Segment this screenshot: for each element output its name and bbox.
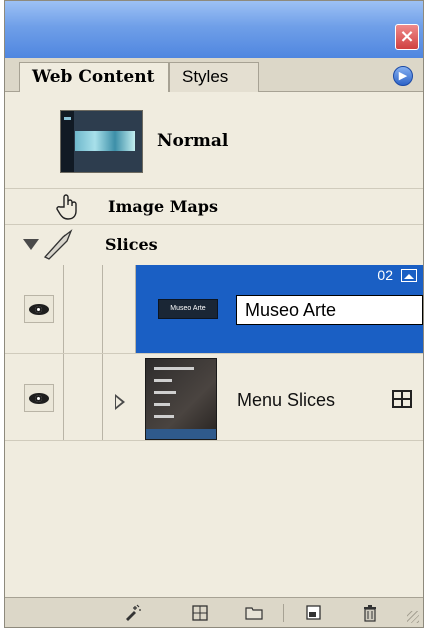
tab-styles[interactable]: Styles: [169, 62, 259, 92]
visibility-toggle[interactable]: [24, 295, 54, 323]
menu-slices-label: Menu Slices: [237, 390, 336, 410]
eye-icon: [29, 393, 49, 404]
tab-web-content[interactable]: Web Content: [19, 62, 169, 92]
expand-triangle-icon[interactable]: [115, 394, 125, 410]
slice-name-field[interactable]: Museo Arte: [236, 295, 423, 325]
slice-row-menu-slices[interactable]: Menu Slices: [5, 353, 423, 441]
selected-slice-highlight: 02 Museo Arte Museo Arte: [136, 265, 423, 353]
resize-grip[interactable]: [407, 611, 419, 623]
web-content-panel: × Web Content Styles ▶ Normal Image Maps…: [4, 0, 424, 628]
eye-icon: [29, 304, 49, 315]
slices-row[interactable]: Slices: [5, 225, 423, 265]
new-layer-icon[interactable]: [305, 604, 323, 622]
menu-slices-thumbnail: [145, 358, 217, 440]
new-folder-icon[interactable]: [245, 604, 263, 622]
slice-knife-icon: [41, 229, 75, 261]
normal-label: Normal: [157, 131, 229, 151]
slices-label: Slices: [105, 235, 158, 254]
tab-bar: Web Content Styles ▶: [5, 58, 423, 92]
close-button[interactable]: ×: [395, 24, 419, 50]
slice-thumbnail: Museo Arte: [158, 299, 218, 319]
slice-row-museo-arte[interactable]: 02 Museo Arte Museo Arte: [5, 265, 423, 353]
panel-titlebar[interactable]: ×: [5, 1, 423, 58]
table-grid-icon: [392, 390, 412, 408]
image-maps-row[interactable]: Image Maps: [5, 189, 423, 225]
collapse-triangle-icon[interactable]: [23, 239, 39, 250]
panel-menu-arrow-icon[interactable]: ▶: [393, 66, 413, 86]
image-maps-label: Image Maps: [108, 197, 218, 216]
normal-state-row[interactable]: Normal: [5, 93, 423, 189]
new-image-map-icon[interactable]: [191, 604, 209, 622]
bottom-toolbar: [5, 597, 423, 627]
visibility-toggle[interactable]: [24, 384, 54, 412]
delete-icon[interactable]: [361, 604, 379, 622]
slice-number: 02: [377, 267, 393, 283]
new-slice-icon[interactable]: [123, 604, 141, 622]
normal-thumbnail: [60, 110, 143, 173]
hand-icon: [55, 193, 81, 221]
image-slice-icon: [401, 269, 417, 282]
